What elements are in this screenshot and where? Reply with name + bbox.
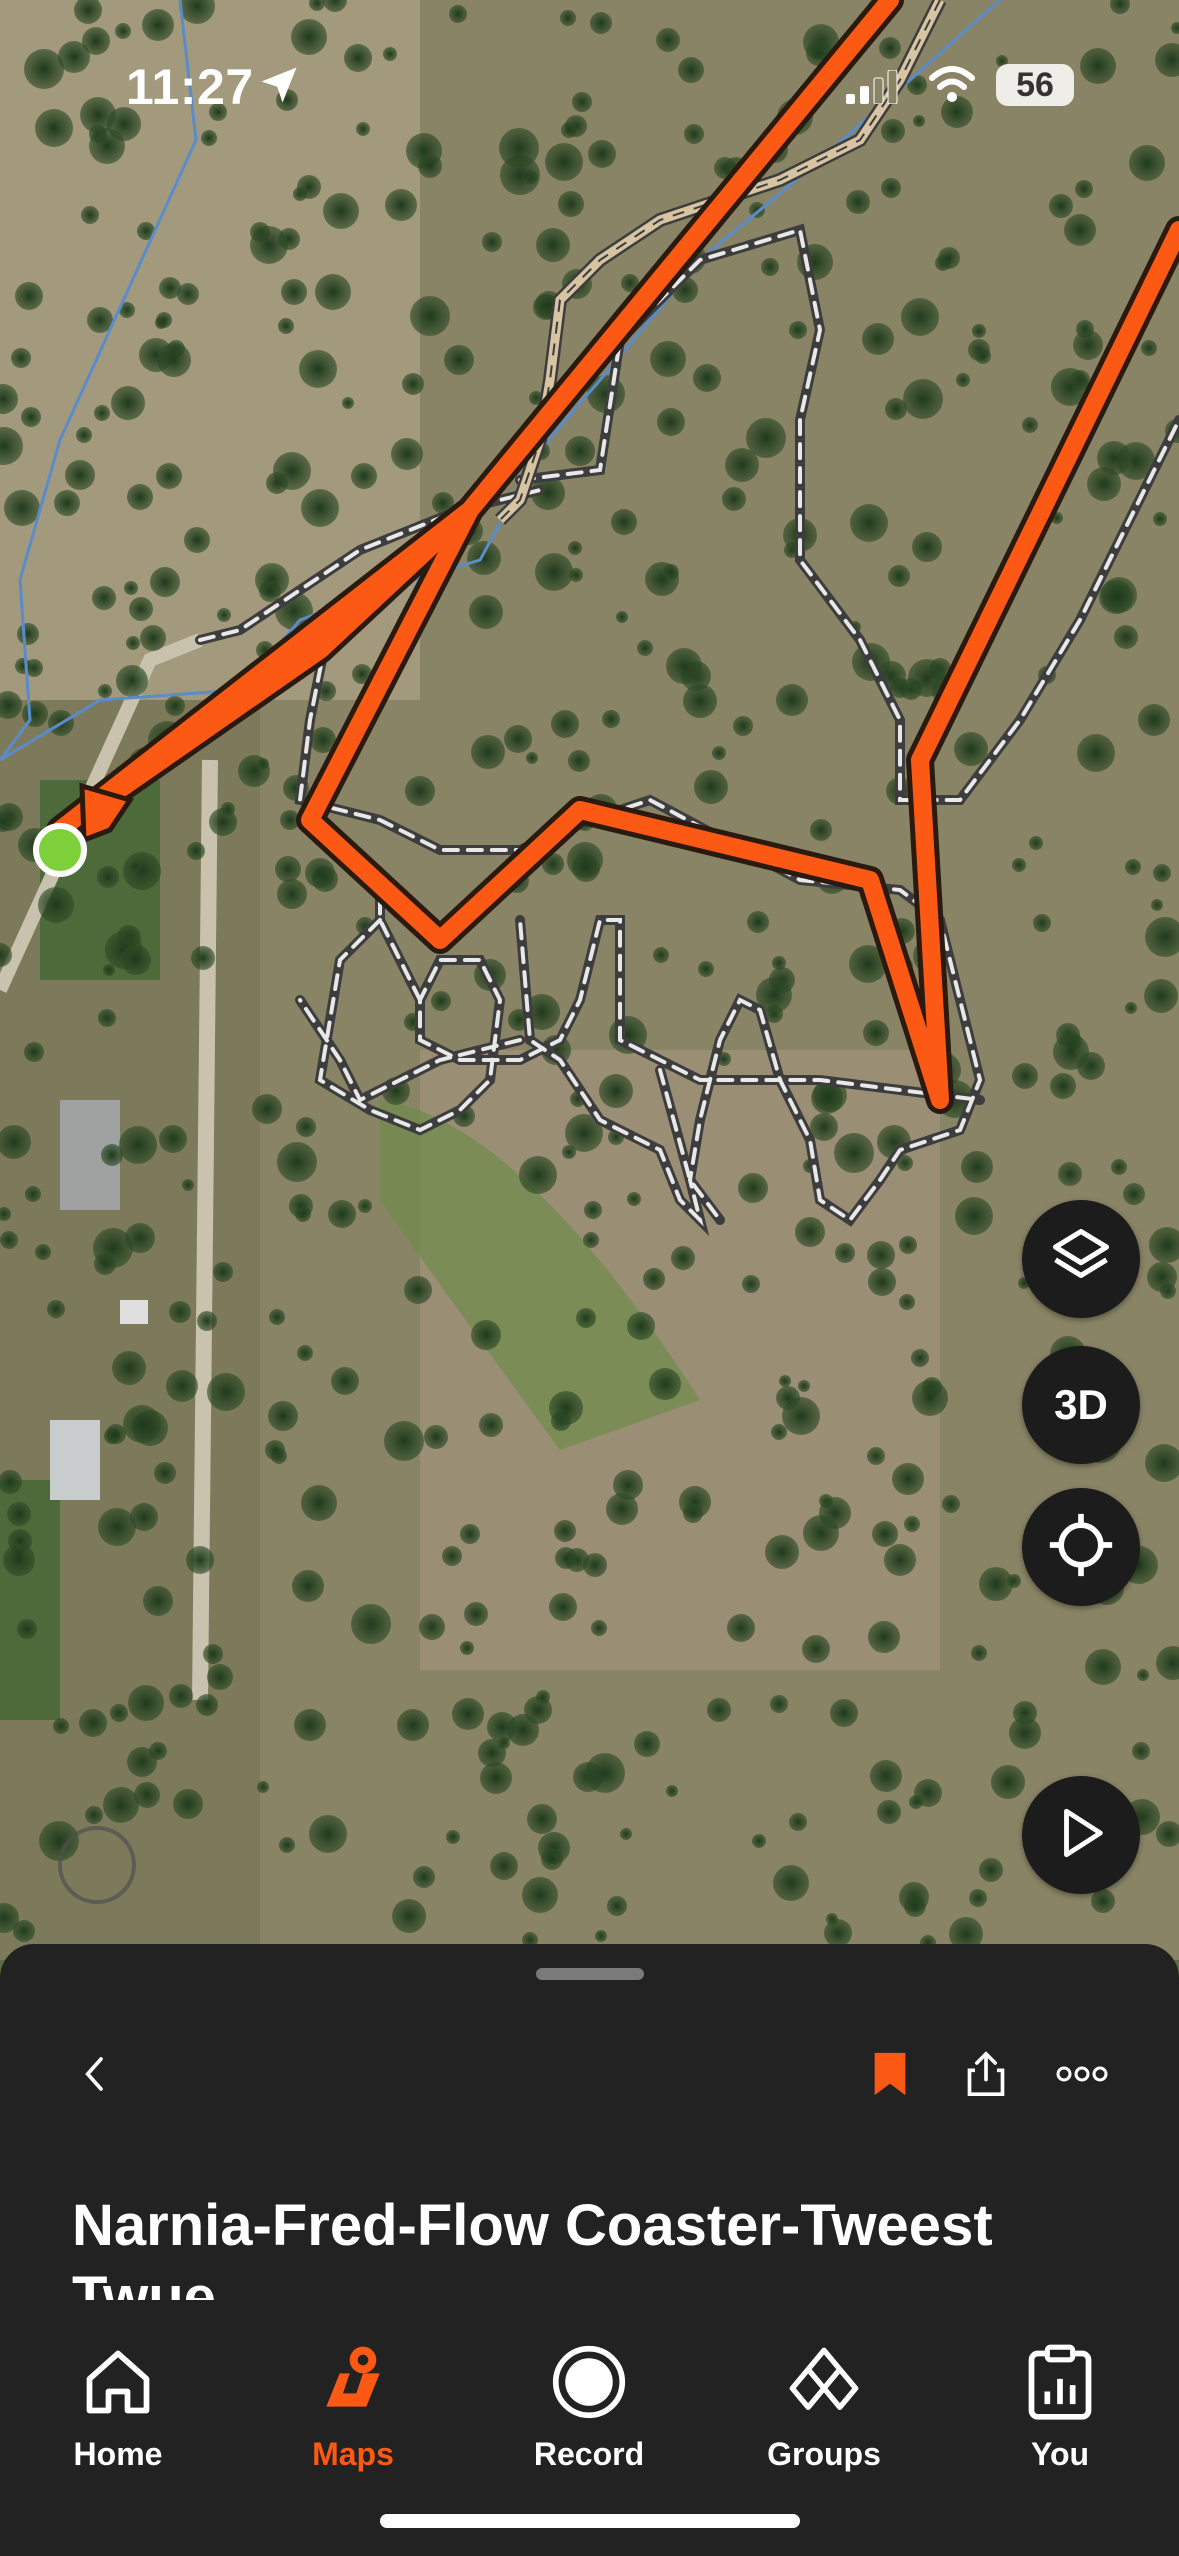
crosshair-icon xyxy=(1047,1511,1115,1584)
back-button[interactable] xyxy=(64,2044,128,2108)
share-icon xyxy=(964,2050,1008,2103)
more-dots-icon xyxy=(1055,2064,1109,2089)
bookmark-button[interactable] xyxy=(858,2044,922,2108)
tab-home[interactable]: Home xyxy=(18,2320,218,2473)
record-icon xyxy=(489,2320,689,2420)
tab-groups-label: Groups xyxy=(767,2436,881,2472)
tab-maps-label: Maps xyxy=(312,2436,394,2472)
tab-record-label: Record xyxy=(533,2436,645,2472)
sheet-grabber[interactable] xyxy=(536,1968,644,1980)
tab-home-label: Home xyxy=(73,2436,163,2472)
cellular-signal-icon xyxy=(846,69,902,109)
play-icon xyxy=(1052,1804,1110,1867)
layers-button[interactable] xyxy=(1022,1200,1140,1318)
maps-icon xyxy=(253,2320,453,2420)
3d-label: 3D xyxy=(1054,1381,1108,1428)
share-button[interactable] xyxy=(954,2044,1018,2108)
location-arrow-icon xyxy=(258,64,300,111)
tab-you[interactable]: You xyxy=(960,2320,1160,2473)
3d-toggle-button[interactable]: 3D xyxy=(1022,1346,1140,1464)
tab-groups[interactable]: Groups xyxy=(724,2320,924,2473)
home-indicator[interactable] xyxy=(380,2514,800,2528)
more-button[interactable] xyxy=(1050,2044,1114,2108)
locate-button[interactable] xyxy=(1022,1488,1140,1606)
route-detail-sheet: Narnia-Fred-Flow Coaster-Tweest Twue xyxy=(0,1944,1179,2344)
map-view[interactable]: 11:27 56 3D xyxy=(0,0,1179,1960)
groups-icon xyxy=(724,2320,924,2420)
tab-you-label: You xyxy=(1030,2436,1090,2472)
clipboard-icon xyxy=(960,2320,1160,2420)
satellite-terrain xyxy=(0,0,1179,1960)
play-button[interactable] xyxy=(1022,1776,1140,1894)
bookmark-icon xyxy=(870,2051,910,2102)
compass-icon[interactable] xyxy=(58,1826,136,1904)
battery-level: 56 xyxy=(996,64,1074,106)
home-icon xyxy=(18,2320,218,2420)
status-bar: 11:27 56 xyxy=(0,0,1179,140)
clock: 11:27 xyxy=(126,59,254,115)
tab-record[interactable]: Record xyxy=(489,2320,689,2473)
chevron-left-icon xyxy=(76,2051,116,2102)
layers-icon xyxy=(1047,1223,1115,1296)
tab-maps[interactable]: Maps xyxy=(253,2320,453,2473)
wifi-icon xyxy=(928,66,976,109)
